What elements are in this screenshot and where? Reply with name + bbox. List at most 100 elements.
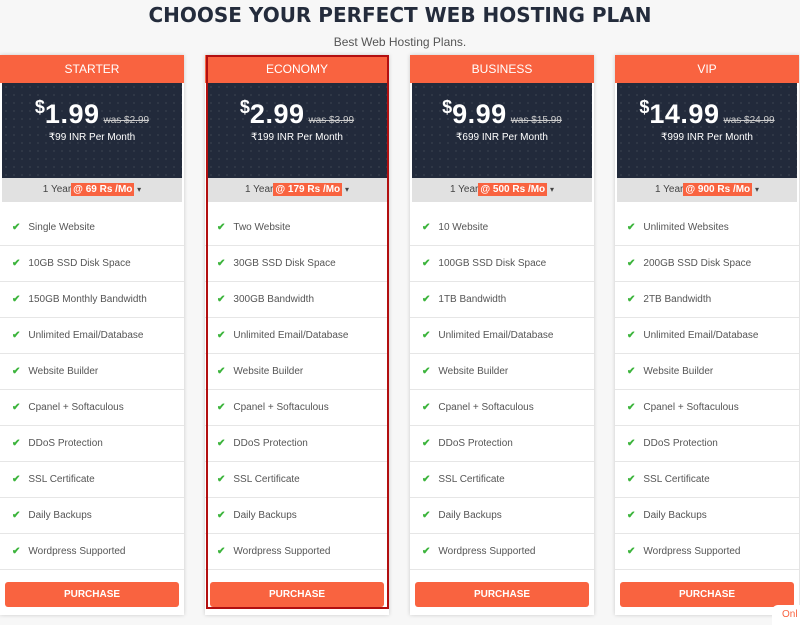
check-icon: ✔ — [422, 258, 431, 269]
inr-price: ₹699 INR Per Month — [456, 132, 548, 143]
billing-period-dropdown[interactable]: 1 Year @ 900 Rs /Mo ▾ — [617, 178, 797, 202]
feature-item: ✔ Unlimited Email/Database — [615, 318, 799, 354]
feature-list: ✔ 10 Website ✔ 100GB SSD Disk Space ✔ 1TB Ban… — [410, 210, 594, 570]
check-icon: ✔ — [217, 294, 226, 305]
billing-period-dropdown[interactable]: 1 Year @ 179 Rs /Mo ▾ — [207, 178, 387, 202]
feature-label: Unlimited Email/Database — [643, 330, 759, 341]
check-icon: ✔ — [217, 258, 226, 269]
duration-label: 1 Year — [450, 184, 479, 195]
duration-label: 1 Year — [655, 184, 684, 195]
check-icon: ✔ — [422, 294, 431, 305]
feature-label: SSL Certificate — [233, 474, 300, 485]
rate-badge: @ 500 Rs /Mo — [478, 183, 548, 196]
plan-card-vip: VIP $14.99 was $24.99 ₹999 INR Per Month 1 Y… — [615, 55, 799, 615]
price-panel: $2.99 was $3.99 ₹199 INR Per Month — [207, 83, 387, 178]
feature-item: ✔ 2TB Bandwidth — [615, 282, 799, 318]
check-icon: ✔ — [12, 330, 21, 341]
duration-label: 1 Year — [42, 184, 72, 195]
feature-label: Website Builder — [28, 366, 99, 377]
feature-list: ✔ Single Website ✔ 10GB SSD Disk Space ✔ 150G… — [0, 210, 184, 570]
feature-label: Website Builder — [233, 366, 304, 377]
check-icon: ✔ — [217, 546, 226, 557]
feature-label: Cpanel + Softaculous — [233, 402, 329, 413]
plan-price: 1.99 — [44, 99, 100, 129]
feature-item: ✔ DDoS Protection — [410, 426, 594, 462]
feature-item: ✔ 1TB Bandwidth — [410, 282, 594, 318]
check-icon: ✔ — [217, 438, 226, 449]
feature-item: ✔ Unlimited Websites — [615, 210, 799, 246]
feature-label: Daily Backups — [233, 510, 297, 521]
plan-card-starter: STARTER $1.99 was $2.99 ₹99 INR Per Month 1 … — [0, 55, 184, 615]
check-icon: ✔ — [627, 258, 636, 269]
check-icon: ✔ — [627, 402, 636, 413]
purchase-button[interactable]: PURCHASE — [620, 582, 794, 607]
page-title: CHOOSE YOUR PERFECT WEB HOSTING PLAN — [148, 3, 652, 27]
purchase-button[interactable]: PURCHASE — [415, 582, 589, 607]
feature-label: 300GB Bandwidth — [233, 294, 315, 305]
plan-card-business: BUSINESS $9.99 was $15.99 ₹699 INR Per Mont… — [410, 55, 594, 615]
billing-period-dropdown[interactable]: 1 Year @ 500 Rs /Mo ▾ — [412, 178, 592, 202]
feature-label: Website Builder — [643, 366, 714, 377]
feature-label: SSL Certificate — [28, 474, 95, 485]
feature-item: ✔ SSL Certificate — [0, 462, 184, 498]
feature-label: Daily Backups — [438, 510, 502, 521]
check-icon: ✔ — [627, 330, 636, 341]
price-panel: $14.99 was $24.99 ₹999 INR Per Month — [617, 83, 797, 178]
feature-item: ✔ Daily Backups — [410, 498, 594, 534]
caret-down-icon: ▾ — [137, 185, 142, 194]
feature-item: ✔ Cpanel + Softaculous — [410, 390, 594, 426]
check-icon: ✔ — [217, 330, 226, 341]
check-icon: ✔ — [217, 222, 226, 233]
feature-item: ✔ Cpanel + Softaculous — [0, 390, 184, 426]
purchase-button[interactable]: PURCHASE — [5, 582, 179, 607]
feature-item: ✔ Wordpress Supported — [410, 534, 594, 570]
feature-label: Two Website — [233, 222, 291, 233]
feature-item: ✔ Daily Backups — [0, 498, 184, 534]
feature-item: ✔ Website Builder — [0, 354, 184, 390]
old-price: was $24.99 — [723, 115, 775, 126]
feature-item: ✔ Website Builder — [205, 354, 389, 390]
feature-label: Website Builder — [438, 366, 509, 377]
billing-period-dropdown[interactable]: 1 Year @ 69 Rs /Mo ▾ — [2, 178, 182, 202]
feature-label: Unlimited Email/Database — [28, 330, 144, 341]
feature-item: ✔ Daily Backups — [615, 498, 799, 534]
feature-label: DDoS Protection — [28, 438, 103, 449]
check-icon: ✔ — [627, 474, 636, 485]
plan-name: STARTER — [0, 55, 184, 83]
feature-label: 30GB SSD Disk Space — [233, 258, 336, 269]
caret-down-icon: ▾ — [549, 185, 554, 194]
feature-label: Cpanel + Softaculous — [643, 402, 739, 413]
feature-label: Unlimited Email/Database — [233, 330, 349, 341]
feature-item: ✔ Website Builder — [410, 354, 594, 390]
feature-item: ✔ DDoS Protection — [0, 426, 184, 462]
feature-item: ✔ Unlimited Email/Database — [410, 318, 594, 354]
check-icon: ✔ — [422, 438, 431, 449]
feature-label: Unlimited Websites — [643, 222, 729, 233]
check-icon: ✔ — [627, 294, 636, 305]
feature-label: Unlimited Email/Database — [438, 330, 554, 341]
page-subtitle: Best Web Hosting Plans. — [333, 35, 467, 49]
purchase-button[interactable]: PURCHASE — [210, 582, 384, 607]
online-chat-badge[interactable]: Onl — [772, 605, 800, 625]
feature-label: Single Website — [28, 222, 95, 233]
plan-name: VIP — [615, 55, 799, 83]
feature-label: Wordpress Supported — [643, 546, 741, 557]
check-icon: ✔ — [12, 510, 21, 521]
check-icon: ✔ — [422, 402, 431, 413]
check-icon: ✔ — [627, 546, 636, 557]
feature-label: DDoS Protection — [233, 438, 308, 449]
rate-badge: @ 900 Rs /Mo — [683, 183, 753, 196]
check-icon: ✔ — [12, 402, 21, 413]
feature-label: Wordpress Supported — [233, 546, 331, 557]
check-icon: ✔ — [422, 474, 431, 485]
feature-label: Daily Backups — [643, 510, 707, 521]
check-icon: ✔ — [12, 474, 21, 485]
check-icon: ✔ — [422, 222, 431, 233]
check-icon: ✔ — [217, 474, 226, 485]
currency-symbol: $ — [639, 97, 650, 117]
price-panel: $9.99 was $15.99 ₹699 INR Per Month — [412, 83, 592, 178]
check-icon: ✔ — [12, 366, 21, 377]
feature-label: Cpanel + Softaculous — [28, 402, 124, 413]
inr-price: ₹199 INR Per Month — [251, 132, 343, 143]
caret-down-icon: ▾ — [754, 185, 759, 194]
